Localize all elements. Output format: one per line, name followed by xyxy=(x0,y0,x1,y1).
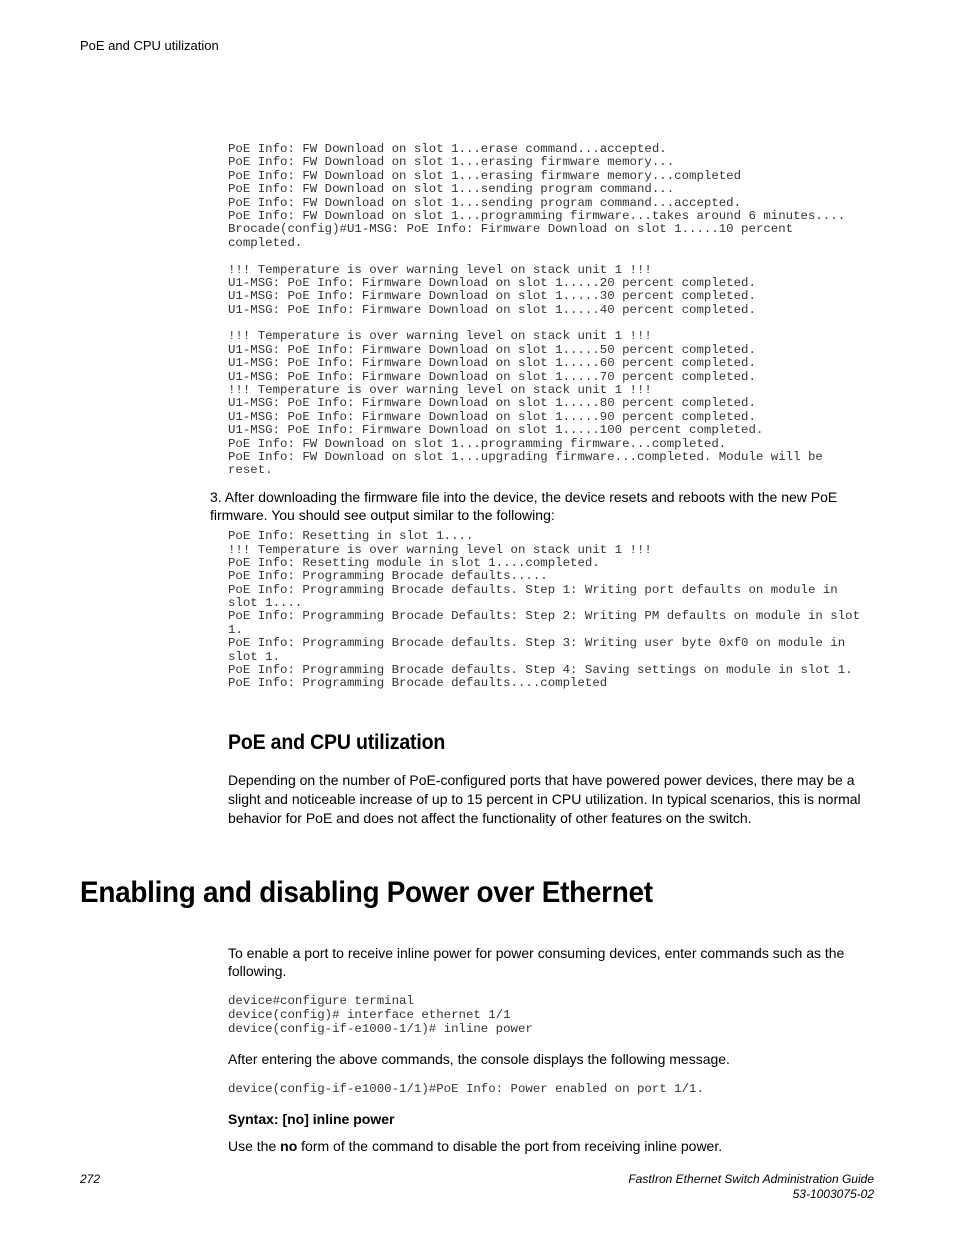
doc-title: FastIron Ethernet Switch Administration … xyxy=(628,1172,874,1186)
heading-poe-cpu: PoE and CPU utilization xyxy=(228,731,829,755)
code-block-firmware-download: PoE Info: FW Download on slot 1...erase … xyxy=(228,143,874,478)
paragraph-after-commands: After entering the above commands, the c… xyxy=(228,1050,874,1069)
use-pre: Use the xyxy=(228,1138,280,1154)
running-header: PoE and CPU utilization xyxy=(80,38,874,53)
paragraph-poe-cpu: Depending on the number of PoE-configure… xyxy=(228,771,874,828)
syntax-line: Syntax: [no] inline power xyxy=(228,1111,874,1127)
doc-info: FastIron Ethernet Switch Administration … xyxy=(628,1172,874,1202)
doc-number: 53-1003075-02 xyxy=(793,1187,874,1201)
paragraph-enable-intro: To enable a port to receive inline power… xyxy=(228,944,874,982)
use-bold-no: no xyxy=(280,1138,297,1154)
code-block-configure: device#configure terminal device(config)… xyxy=(228,995,874,1036)
step-3-text: 3. After downloading the firmware file i… xyxy=(210,488,874,524)
page-footer: 272 FastIron Ethernet Switch Administrat… xyxy=(80,1172,874,1202)
page-number: 272 xyxy=(80,1172,100,1186)
heading-enabling-disabling: Enabling and disabling Power over Ethern… xyxy=(80,876,818,910)
code-block-reset: PoE Info: Resetting in slot 1.... !!! Te… xyxy=(228,530,874,691)
use-post: form of the command to disable the port … xyxy=(297,1138,722,1154)
paragraph-use-no: Use the no form of the command to disabl… xyxy=(228,1137,874,1156)
code-block-power-enabled: device(config-if-e1000-1/1)#PoE Info: Po… xyxy=(228,1083,874,1097)
